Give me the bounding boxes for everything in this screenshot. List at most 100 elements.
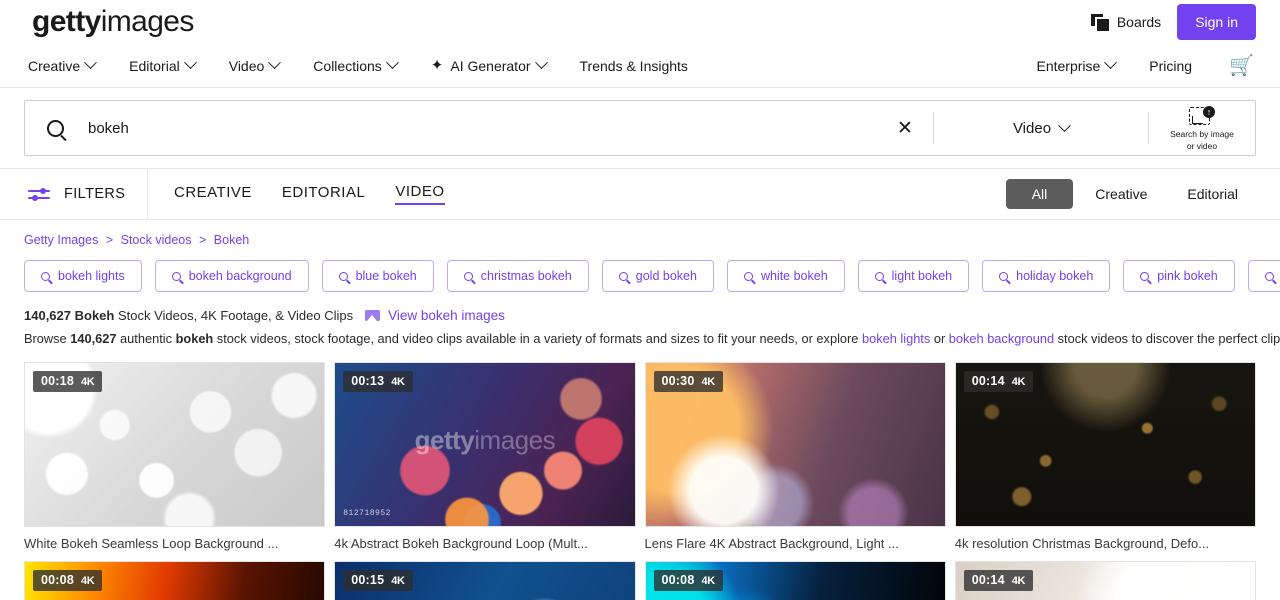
video-thumbnail[interactable]: 00:15 4K: [334, 560, 636, 600]
desc-link-bokeh-lights[interactable]: bokeh lights: [862, 331, 930, 346]
chevron-down-icon: [1058, 118, 1071, 132]
search-icon: [999, 271, 1009, 281]
watermark-bold: getty: [414, 424, 475, 455]
nav-label-enterprise: Enterprise: [1036, 57, 1101, 74]
nav-label-collections: Collections: [313, 57, 382, 74]
search-icon: [1140, 271, 1150, 281]
video-quality: 4K: [391, 574, 405, 587]
video-thumbnail[interactable]: 00:08 4K: [644, 560, 946, 600]
nav-item-pricing[interactable]: Pricing: [1132, 58, 1209, 74]
view-images-link[interactable]: View bokeh images: [365, 308, 505, 323]
nav-item-trends-insights[interactable]: Trends & Insights: [563, 58, 705, 74]
chip-pink-bokeh[interactable]: pink bokeh: [1123, 260, 1235, 292]
media-type-dropdown[interactable]: Video: [934, 101, 1148, 155]
chevron-down-icon: [268, 56, 282, 70]
license-tab-all[interactable]: All: [1005, 179, 1074, 209]
video-card[interactable]: 00:18 4K White Bokeh Seamless Loop Backg…: [24, 361, 326, 551]
video-title[interactable]: 4k Abstract Bokeh Background Loop (Mult.…: [334, 536, 635, 551]
video-card[interactable]: 00:14 4K: [954, 560, 1256, 600]
chip-holiday-bokeh[interactable]: holiday bokeh: [982, 260, 1111, 292]
view-images-label: View bokeh images: [388, 308, 505, 323]
asset-id-label: 812718952: [343, 508, 391, 518]
video-title[interactable]: Lens Flare 4K Abstract Background, Light…: [645, 536, 946, 551]
search-input-zone[interactable]: [25, 101, 877, 155]
main-navigation: Creative Editorial Video Collections ✦ A…: [0, 44, 1280, 88]
search-icon: [463, 271, 473, 281]
clear-search-button[interactable]: ✕: [877, 101, 933, 155]
chip-label: holiday bokeh: [1016, 269, 1094, 283]
nav-item-enterprise[interactable]: Enterprise: [1019, 56, 1132, 74]
chip-blue-bokeh[interactable]: blue bokeh: [321, 260, 434, 292]
video-card[interactable]: 00:15 4K: [334, 560, 636, 600]
video-thumbnail[interactable]: 00:30 4K: [644, 361, 946, 527]
desc-link-bokeh-background[interactable]: bokeh background: [949, 331, 1054, 346]
getty-images-logo[interactable]: gettyimages: [32, 7, 194, 37]
video-card[interactable]: 00:14 4K 4k resolution Christmas Backgro…: [954, 361, 1256, 551]
license-tab-creative[interactable]: Creative: [1077, 179, 1165, 209]
desc-count: 140,627: [70, 331, 117, 346]
breadcrumb-item-bokeh[interactable]: Bokeh: [214, 233, 249, 247]
search-input[interactable]: [86, 118, 877, 138]
video-card[interactable]: 00:08 4K: [644, 560, 946, 600]
video-card[interactable]: 00:30 4K Lens Flare 4K Abstract Backgrou…: [644, 361, 946, 551]
video-thumbnail[interactable]: 00:18 4K: [24, 361, 326, 527]
video-thumbnail[interactable]: 00:13 4K gettyimages 812718952: [334, 361, 636, 527]
nav-item-ai-generator[interactable]: ✦ AI Generator: [414, 56, 563, 74]
breadcrumb-item-stock-videos[interactable]: Stock videos: [121, 233, 192, 247]
video-title[interactable]: 4k resolution Christmas Background, Defo…: [955, 536, 1256, 551]
chip-label: white bokeh: [760, 269, 828, 283]
sparkle-icon: ✦: [430, 57, 444, 74]
chip-christmas-bokeh[interactable]: christmas bokeh: [446, 260, 589, 292]
search-by-image-button[interactable]: ↑ Search by image or video: [1149, 101, 1255, 155]
search-icon: [1264, 271, 1274, 281]
video-thumbnail[interactable]: 00:14 4K: [954, 361, 1256, 527]
video-quality: 4K: [701, 375, 715, 388]
video-quality: 4K: [1011, 574, 1026, 587]
related-searches-chips: bokeh lights bokeh background blue bokeh…: [24, 260, 1280, 292]
tab-video[interactable]: VIDEO: [395, 183, 445, 205]
chip-label: light bokeh: [891, 269, 953, 283]
chip-label: christmas bokeh: [480, 269, 572, 283]
breadcrumb-item-getty-images[interactable]: Getty Images: [24, 233, 98, 247]
license-tab-editorial[interactable]: Editorial: [1169, 179, 1256, 209]
chip-label: bokeh background: [188, 269, 292, 283]
chip-label: bokeh lights: [58, 269, 125, 283]
shopping-cart-icon[interactable]: 🛒: [1209, 56, 1256, 76]
results-count: 140,627: [24, 308, 71, 323]
chip-white-bokeh[interactable]: white bokeh: [726, 260, 845, 292]
video-duration: 00:08: [661, 572, 695, 587]
results-heading-suffix: Stock Videos, 4K Footage, & Video Clips: [117, 308, 354, 323]
chip-label: pink bokeh: [1157, 269, 1218, 283]
tab-editorial[interactable]: EDITORIAL: [282, 184, 365, 204]
video-card[interactable]: 00:08 4K: [24, 560, 326, 600]
boards-button[interactable]: Boards: [1090, 14, 1161, 31]
filter-bar: FILTERS CREATIVE EDITORIAL VIDEO All Cre…: [0, 168, 1280, 220]
nav-label-creative: Creative: [28, 57, 81, 74]
chip-bokeh-background[interactable]: bokeh background: [154, 260, 309, 292]
video-card[interactable]: 00:13 4K gettyimages 812718952 4k Abstra…: [334, 361, 636, 551]
boards-icon: [1090, 14, 1109, 31]
results-count-line: 140,627 Bokeh Stock Videos, 4K Footage, …: [24, 308, 353, 323]
chip-gold-bokeh[interactable]: gold bokeh: [601, 260, 714, 292]
header-actions: Boards Sign in: [1090, 4, 1256, 40]
nav-item-video[interactable]: Video: [212, 56, 297, 74]
nav-item-editorial[interactable]: Editorial: [112, 56, 212, 74]
chip-light-bokeh[interactable]: light bokeh: [857, 260, 970, 292]
search-icon: [874, 271, 884, 281]
nav-item-creative[interactable]: Creative: [28, 56, 112, 74]
video-thumbnail[interactable]: 00:14 4K: [954, 560, 1256, 600]
video-title[interactable]: White Bokeh Seamless Loop Background ...: [24, 536, 325, 551]
chip-label: blue bokeh: [355, 269, 417, 283]
desc-part-3: stock videos, stock footage, and video c…: [213, 331, 862, 346]
sign-in-button[interactable]: Sign in: [1177, 4, 1256, 40]
video-thumbnail[interactable]: 00:08 4K: [24, 560, 326, 600]
breadcrumb-separator: >: [198, 233, 207, 247]
nav-item-collections[interactable]: Collections: [296, 56, 413, 74]
chip-bokeh-lights[interactable]: bokeh lights: [24, 260, 142, 292]
chip-heart-bokeh[interactable]: heart bokeh: [1247, 260, 1280, 292]
filters-button[interactable]: FILTERS: [0, 169, 148, 219]
tab-creative[interactable]: CREATIVE: [174, 184, 252, 204]
nav-label-editorial: Editorial: [129, 57, 180, 74]
video-duration: 00:18: [41, 373, 74, 388]
nav-label-ai-generator: AI Generator: [450, 57, 531, 74]
